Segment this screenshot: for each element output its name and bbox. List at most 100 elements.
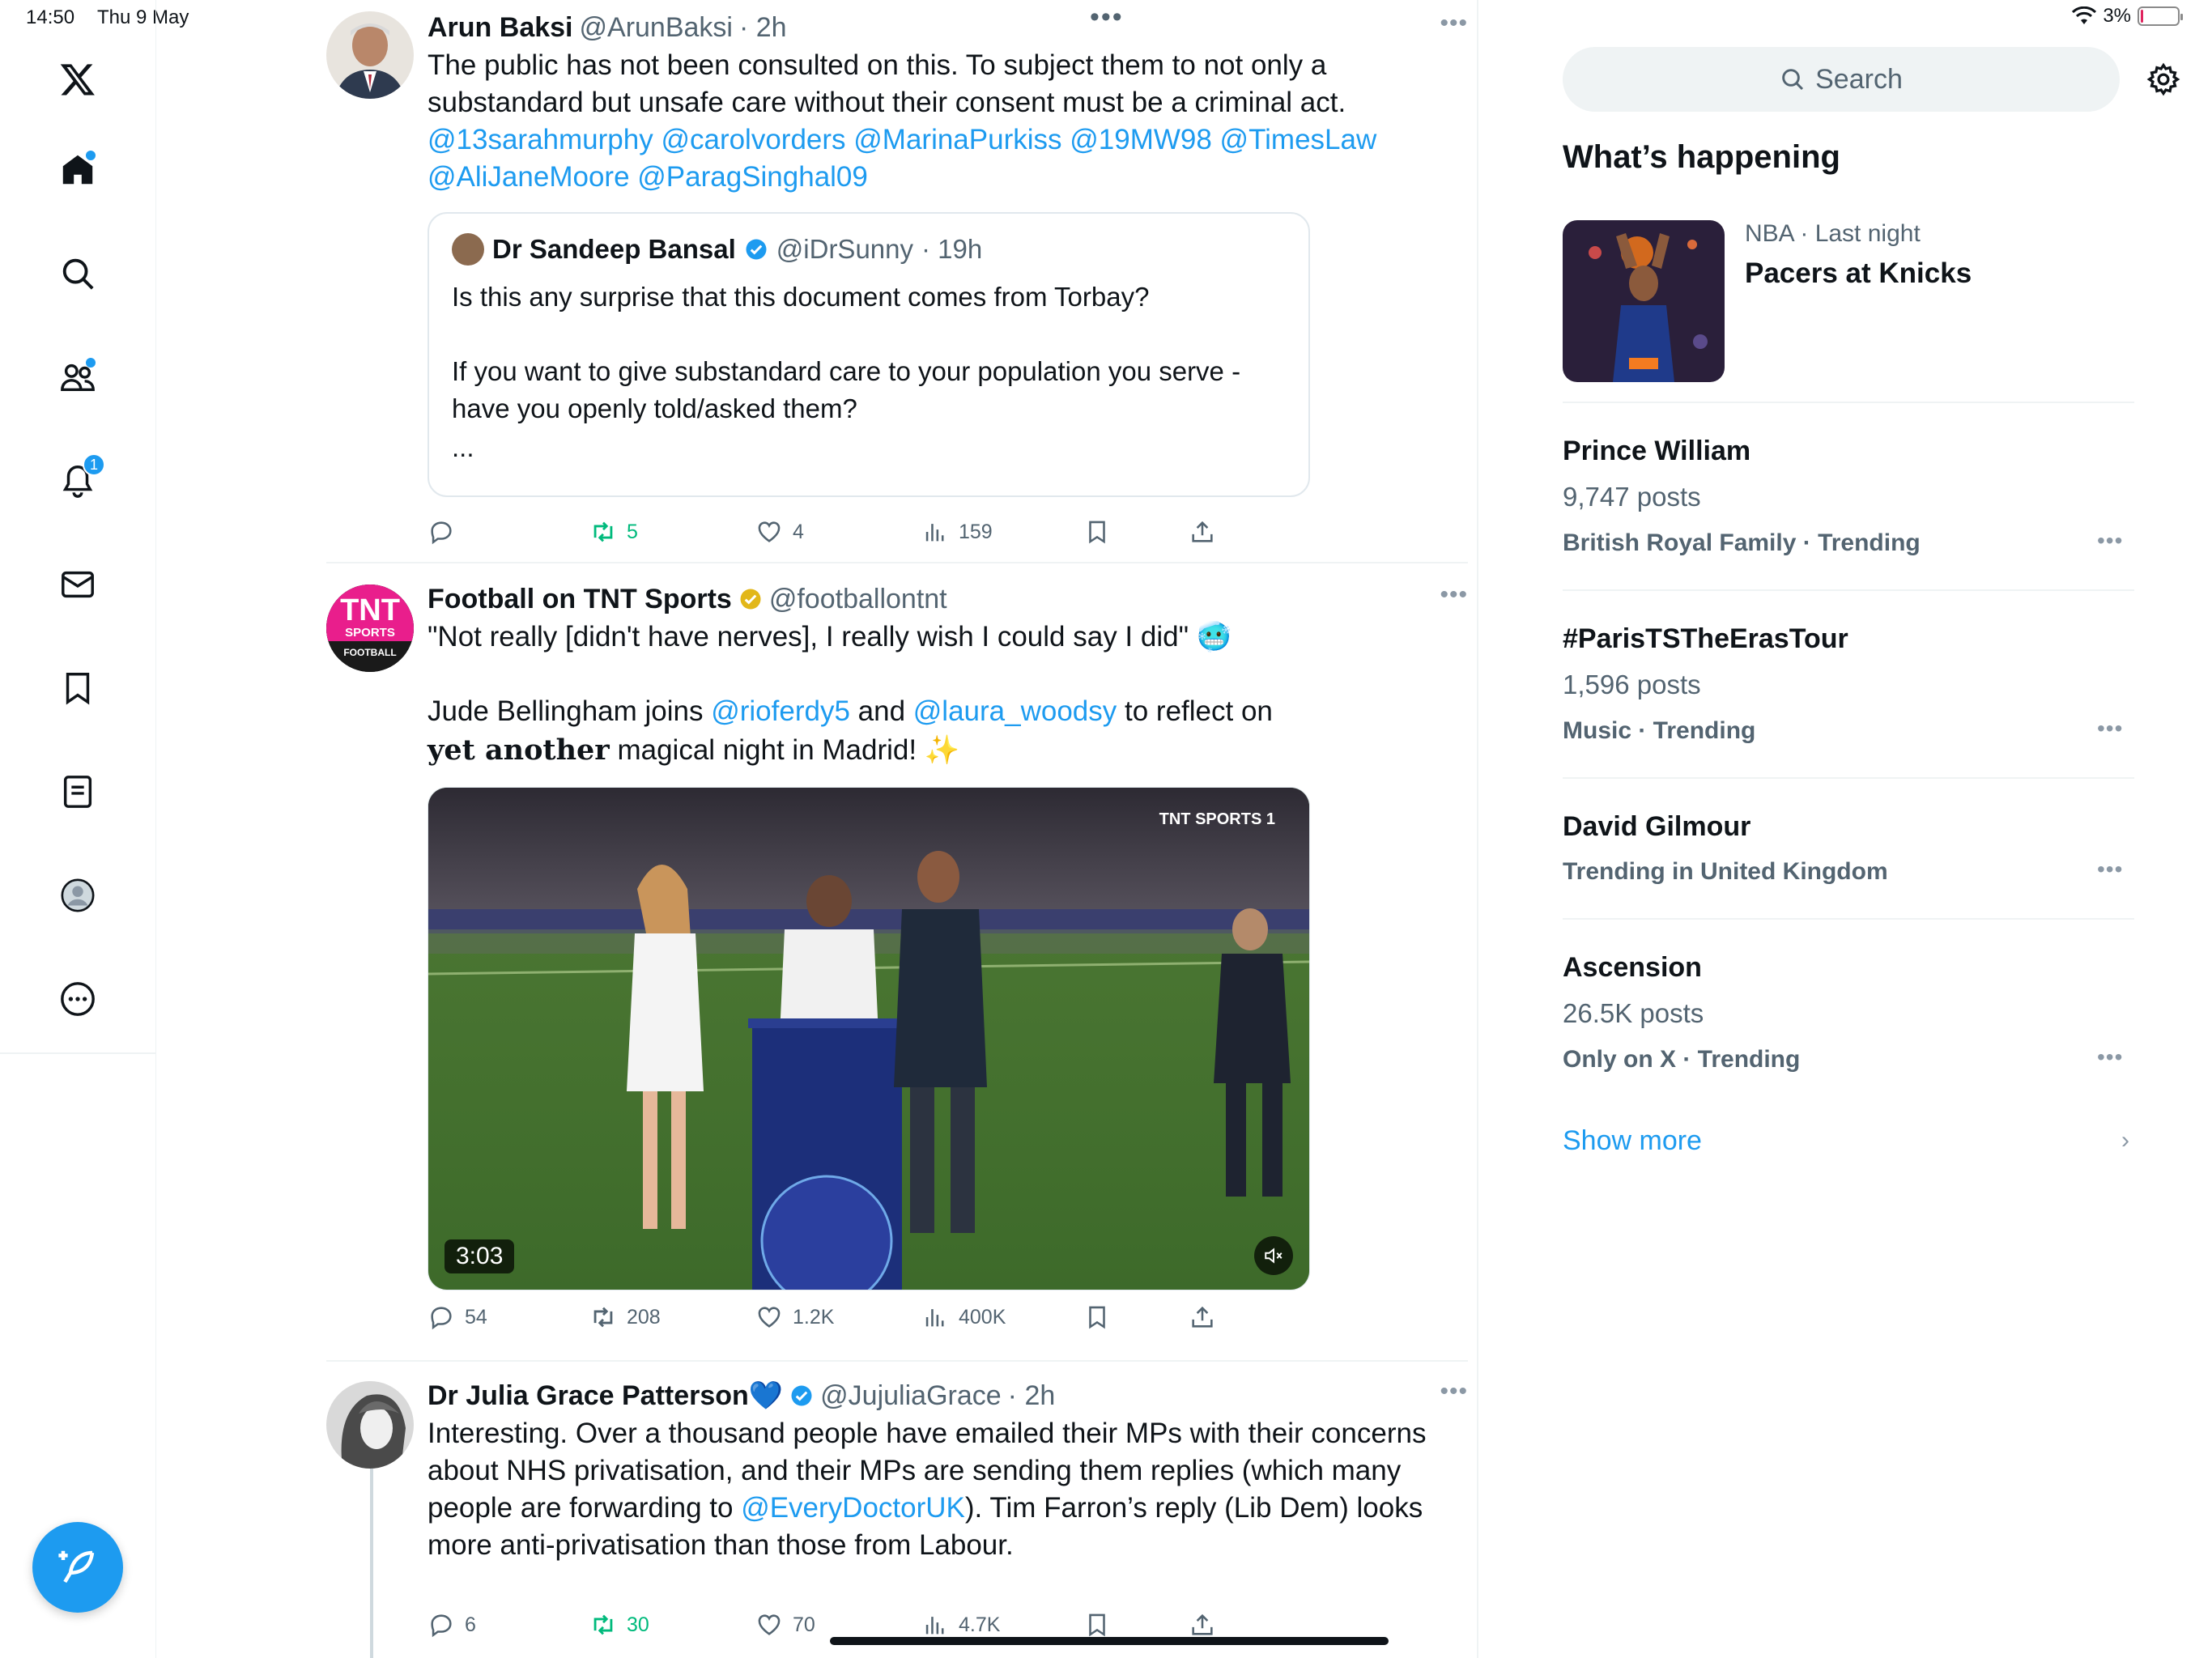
author-name[interactable]: Football on TNT Sports (428, 581, 732, 617)
like-button[interactable]: 1.2K (755, 1303, 834, 1331)
home-icon[interactable] (47, 139, 108, 201)
more-options-icon[interactable] (47, 968, 108, 1030)
featured-trend-image[interactable] (1563, 220, 1725, 382)
communities-notification-dot (86, 358, 96, 368)
tweet-more-button[interactable]: ••• (1440, 1378, 1468, 1405)
video-player[interactable]: TNT SPORTS 1 3:03 (428, 787, 1310, 1290)
tweet-divider (326, 562, 1468, 563)
heart-icon (758, 521, 781, 542)
mention-laura-woodsy[interactable]: @laura_woodsy (913, 695, 1117, 727)
views-count: 400K (959, 1305, 1006, 1329)
bookmark-button[interactable] (1083, 1611, 1111, 1639)
communities-icon[interactable] (47, 346, 108, 408)
tweet-arun-baksi[interactable]: Arun Baksi @ArunBaksi · 2h ••• The publi… (326, 10, 1468, 552)
retweet-button[interactable]: 30 (589, 1611, 649, 1639)
retweet-icon (593, 1307, 613, 1328)
featured-trend-title[interactable]: Pacers at Knicks (1745, 257, 1972, 290)
tweet-mentions[interactable]: @13sarahmurphy @carolvorders @MarinaPurk… (428, 124, 1376, 193)
avatar-tnt-sports[interactable]: TNT SPORTS FOOTBALL (326, 585, 414, 672)
compose-post-button[interactable] (32, 1522, 123, 1613)
like-button[interactable]: 70 (755, 1611, 815, 1639)
tweet-julia-grace-patterson[interactable]: Dr Julia Grace Patterson💙 @JujuliaGrace … (326, 1378, 1468, 1658)
heart-icon (758, 1614, 781, 1635)
trend-more-button[interactable]: ••• (2097, 1044, 2123, 1070)
avatar-dr-sandeep-bansal (452, 233, 484, 266)
share-icon (1192, 1613, 1213, 1635)
like-count: 70 (793, 1613, 815, 1636)
settings-gear-icon[interactable] (2146, 62, 2181, 97)
reply-button[interactable]: 6 (428, 1611, 476, 1639)
messages-envelope-icon[interactable] (47, 554, 108, 615)
home-indicator-bar[interactable] (830, 1637, 1389, 1645)
avatar-julia-grace-patterson[interactable] (326, 1381, 414, 1469)
search-icon (1782, 69, 1804, 91)
show-more-link[interactable]: Show more (1563, 1125, 1702, 1157)
trend-more-button[interactable]: ••• (2097, 528, 2123, 554)
bookmark-button[interactable] (1083, 1303, 1111, 1331)
tweet-time[interactable]: · 2h (1008, 1378, 1056, 1414)
tweet-bold-text: 𝐲𝐞𝐭 𝐚𝐧𝐨𝐭𝐡𝐞𝐫 (428, 733, 610, 767)
tweet-football-on-tnt[interactable]: TNT SPORTS FOOTBALL Football on TNT Sports… (326, 581, 1468, 1350)
author-handle[interactable]: @footballontnt (769, 581, 947, 617)
mute-button[interactable] (1254, 1236, 1293, 1275)
author-handle[interactable]: @ArunBaksi (580, 10, 733, 45)
profile-avatar-icon[interactable] (47, 865, 108, 926)
search-icon[interactable] (47, 243, 108, 304)
trend-more-button[interactable]: ••• (2097, 857, 2123, 882)
tweet-line-2-c: to reflect on (1117, 695, 1273, 727)
reply-count: 54 (465, 1305, 487, 1329)
lists-icon[interactable] (47, 761, 108, 823)
search-bar[interactable]: Search (1563, 47, 2120, 112)
reply-button[interactable]: 54 (428, 1303, 487, 1331)
tweet-line-2-b: and (849, 695, 913, 727)
mention-rioferdy5[interactable]: @rioferdy5 (711, 695, 850, 727)
trend-name: #ParisTSTheErasTour (1563, 623, 1848, 654)
like-button[interactable]: 4 (755, 518, 804, 546)
retweet-button[interactable]: 208 (589, 1303, 661, 1331)
views-button[interactable]: 400K (921, 1303, 1006, 1331)
bookmarks-icon[interactable] (47, 657, 108, 719)
tweet-line-2: Jude Bellingham joins @rioferdy5 and @la… (428, 693, 1468, 730)
share-button[interactable] (1189, 518, 1216, 546)
chevron-right-icon[interactable]: › (2121, 1127, 2129, 1154)
x-logo-icon[interactable] (47, 49, 108, 110)
tweet-header: Dr Julia Grace Patterson💙 @JujuliaGrace … (428, 1378, 1468, 1414)
retweet-icon (593, 1614, 613, 1635)
avatar-arun-baksi[interactable] (326, 11, 414, 99)
trend-more-button[interactable]: ••• (2097, 716, 2123, 742)
views-chart-icon (925, 1309, 944, 1327)
tweet-time[interactable]: · 2h (739, 10, 787, 45)
share-button[interactable] (1189, 1303, 1216, 1331)
tweet-more-button[interactable]: ••• (1440, 10, 1468, 37)
tweet-actions: 6 30 70 4.7K (428, 1611, 1318, 1652)
mention-everydoctoruk[interactable]: @EveryDoctorUK (741, 1492, 965, 1524)
views-button[interactable]: 4.7K (921, 1611, 1000, 1639)
author-name[interactable]: Arun Baksi (428, 10, 573, 45)
search-placeholder: Search (1815, 63, 1903, 95)
bookmark-button[interactable] (1083, 518, 1111, 546)
reply-button[interactable] (428, 518, 465, 546)
reply-icon (431, 521, 452, 545)
tweet-line-3-rest: magical night in Madrid! ✨ (609, 734, 960, 766)
like-count: 4 (793, 520, 804, 543)
views-count: 159 (959, 520, 993, 543)
heart-icon (758, 1307, 781, 1328)
quoted-tweet[interactable]: Dr Sandeep Bansal @iDrSunny · 19h Is thi… (428, 212, 1310, 497)
views-button[interactable]: 159 (921, 518, 993, 546)
notifications-bell-icon[interactable]: 1 (47, 450, 108, 512)
trend-category: Only on X · Trending (1563, 1046, 1801, 1073)
trend-posts: 1,596 posts (1563, 670, 1701, 699)
trend-divider (1563, 589, 2134, 591)
quote-line-1: Is this any surprise that this document … (452, 282, 1150, 312)
feather-plus-icon (58, 1550, 95, 1584)
retweet-button[interactable]: 5 (589, 518, 638, 546)
nav-divider (0, 1052, 156, 1054)
share-button[interactable] (1189, 1611, 1216, 1639)
avatar-football-text: FOOTBALL (343, 647, 396, 658)
author-name[interactable]: Dr Julia Grace Patterson💙 (428, 1378, 783, 1414)
tweet-more-button[interactable]: ••• (1440, 581, 1468, 609)
quote-line-2: If you want to give substandard care to … (452, 356, 1241, 423)
share-icon (1192, 521, 1213, 542)
author-handle[interactable]: @JujuliaGrace (820, 1378, 1002, 1414)
timeline: ••• Arun Baksi @ArunBaksi · 2h ••• The p… (156, 0, 1478, 1658)
